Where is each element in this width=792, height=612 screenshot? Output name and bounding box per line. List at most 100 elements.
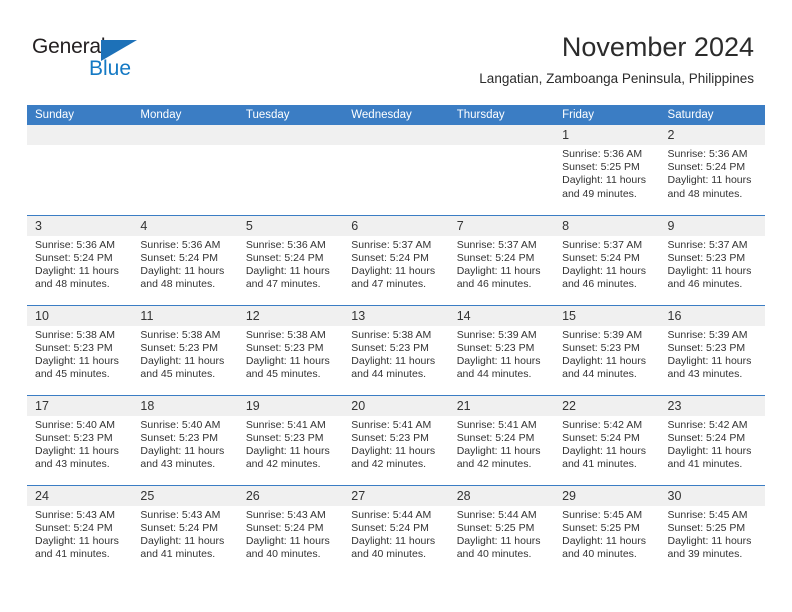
day-number: 26 [237,485,344,506]
sun-info: Sunrise: 5:38 AM Sunset: 5:23 PM Daylight:… [27,326,132,382]
day-number: 3 [27,215,133,236]
sun-info: Sunrise: 5:37 AM Sunset: 5:24 PM Daylight:… [554,236,659,292]
sunrise-text: Sunrise: 5:38 AM [140,328,221,341]
day-number: 6 [343,215,449,236]
calendar-day-cell[interactable]: 21 Sunrise: 5:41 AM Sunset: 5:24 PM Dayligh… [448,394,555,485]
sunrise-text: Sunrise: 5:45 AM [562,508,643,521]
day-number: 9 [659,215,765,236]
calendar-day-cell-empty [448,125,555,215]
calendar-day-cell[interactable]: 16 Sunrise: 5:39 AM Sunset: 5:23 PM Dayligh… [659,304,765,395]
sunrise-text: Sunrise: 5:38 AM [351,328,432,341]
sunrise-text: Sunrise: 5:45 AM [667,508,748,521]
calendar-day-cell[interactable]: 12 Sunrise: 5:38 AM Sunset: 5:23 PM Dayligh… [237,304,344,395]
calendar-day-cell[interactable]: 15 Sunrise: 5:39 AM Sunset: 5:23 PM Dayligh… [554,304,660,395]
calendar-day-cell[interactable]: 25 Sunrise: 5:43 AM Sunset: 5:24 PM Dayligh… [132,484,238,575]
day-number: 8 [554,215,660,236]
day-number: 20 [343,395,449,416]
calendar-week-row: 10 Sunrise: 5:38 AM Sunset: 5:23 PM Dayligh… [27,304,765,395]
sunset-text: Sunset: 5:25 PM [562,521,640,534]
daylight-text: Daylight: 11 hours and 47 minutes. [245,264,330,291]
day-number [27,125,133,145]
daylight-text: Daylight: 11 hours and 43 minutes. [667,354,752,381]
calendar-day-cell[interactable]: 8 Sunrise: 5:37 AM Sunset: 5:24 PM Daylight… [554,214,660,305]
sun-info: Sunrise: 5:36 AM Sunset: 5:24 PM Daylight:… [660,145,765,201]
calendar-day-cell[interactable]: 26 Sunrise: 5:43 AM Sunset: 5:24 PM Dayligh… [237,484,344,575]
sunrise-text: Sunrise: 5:41 AM [456,418,537,431]
daylight-text: Daylight: 11 hours and 42 minutes. [456,444,541,471]
page-title: November 2024 [561,32,754,62]
sunset-text: Sunset: 5:24 PM [667,161,746,174]
calendar-day-cell[interactable]: 9 Sunrise: 5:37 AM Sunset: 5:23 PM Daylight… [659,214,765,305]
sun-info: Sunrise: 5:44 AM Sunset: 5:24 PM Daylight:… [343,506,448,562]
calendar-day-cell[interactable]: 27 Sunrise: 5:44 AM Sunset: 5:24 PM Dayligh… [343,484,449,575]
sunset-text: Sunset: 5:24 PM [140,251,219,264]
weekday-header-tuesday: Tuesday [237,105,344,125]
calendar-day-cell[interactable]: 28 Sunrise: 5:44 AM Sunset: 5:25 PM Dayligh… [448,484,555,575]
day-number: 1 [554,125,660,145]
weekday-header-thursday: Thursday [448,105,555,125]
sunrise-text: Sunrise: 5:41 AM [351,418,432,431]
calendar-day-cell-empty [132,125,238,215]
calendar-day-cell[interactable]: 18 Sunrise: 5:40 AM Sunset: 5:23 PM Dayligh… [132,394,238,485]
weekday-header-monday: Monday [132,105,238,125]
calendar-day-cell[interactable]: 6 Sunrise: 5:37 AM Sunset: 5:24 PM Daylight… [343,214,449,305]
sunrise-text: Sunrise: 5:39 AM [562,328,643,341]
sunset-text: Sunset: 5:23 PM [667,251,746,264]
logo-word-general: General [32,35,106,58]
daylight-text: Daylight: 11 hours and 40 minutes. [351,534,436,561]
sunset-text: Sunset: 5:25 PM [456,521,535,534]
sunrise-text: Sunrise: 5:43 AM [245,508,326,521]
calendar-day-cell[interactable]: 14 Sunrise: 5:39 AM Sunset: 5:23 PM Dayligh… [448,304,555,395]
sunset-text: Sunset: 5:23 PM [140,341,219,354]
sun-info: Sunrise: 5:36 AM Sunset: 5:24 PM Daylight:… [132,236,237,292]
daylight-text: Daylight: 11 hours and 44 minutes. [456,354,541,381]
sunrise-text: Sunrise: 5:42 AM [562,418,643,431]
sunrise-text: Sunrise: 5:38 AM [35,328,115,341]
sunset-text: Sunset: 5:24 PM [351,521,429,534]
weekday-header: Sunday Monday Tuesday Wednesday Thursday Frid… [27,105,765,125]
calendar-day-cell[interactable]: 29 Sunrise: 5:45 AM Sunset: 5:25 PM Dayligh… [554,484,660,575]
day-number: 7 [448,215,555,236]
daylight-text: Daylight: 11 hours and 45 minutes. [245,354,330,381]
sunset-text: Sunset: 5:23 PM [351,341,429,354]
calendar-day-cell[interactable]: 23 Sunrise: 5:42 AM Sunset: 5:24 PM Dayligh… [659,394,765,485]
daylight-text: Daylight: 11 hours and 46 minutes. [667,264,752,291]
sun-info: Sunrise: 5:38 AM Sunset: 5:23 PM Daylight:… [132,326,237,382]
calendar-day-cell[interactable]: 11 Sunrise: 5:38 AM Sunset: 5:23 PM Dayligh… [132,304,238,395]
sun-info: Sunrise: 5:41 AM Sunset: 5:24 PM Daylight:… [449,416,554,472]
calendar-table: Sunday Monday Tuesday Wednesday Thursday Frid… [27,105,765,575]
calendar-day-cell[interactable]: 1 Sunrise: 5:36 AM Sunset: 5:25 PM Daylight… [554,125,660,215]
day-number: 28 [448,485,555,506]
calendar-day-cell-empty [27,125,133,215]
calendar-day-cell[interactable]: 13 Sunrise: 5:38 AM Sunset: 5:23 PM Dayligh… [343,304,449,395]
sunrise-text: Sunrise: 5:42 AM [667,418,748,431]
day-number: 17 [27,395,133,416]
sunset-text: Sunset: 5:24 PM [456,431,535,444]
sun-info: Sunrise: 5:40 AM Sunset: 5:23 PM Daylight:… [132,416,237,472]
calendar-day-cell[interactable]: 3 Sunrise: 5:36 AM Sunset: 5:24 PM Daylight… [27,214,133,305]
calendar-day-cell[interactable]: 30 Sunrise: 5:45 AM Sunset: 5:25 PM Dayligh… [659,484,765,575]
day-number: 4 [132,215,238,236]
weekday-header-friday: Friday [554,105,660,125]
daylight-text: Daylight: 11 hours and 49 minutes. [562,174,646,200]
daylight-text: Daylight: 11 hours and 45 minutes. [140,354,225,381]
sun-info: Sunrise: 5:39 AM Sunset: 5:23 PM Daylight:… [554,326,659,382]
sunset-text: Sunset: 5:24 PM [562,251,640,264]
calendar-day-cell[interactable]: 4 Sunrise: 5:36 AM Sunset: 5:24 PM Daylight… [132,214,238,305]
calendar-day-cell[interactable]: 20 Sunrise: 5:41 AM Sunset: 5:23 PM Dayligh… [343,394,449,485]
calendar-day-cell[interactable]: 19 Sunrise: 5:41 AM Sunset: 5:23 PM Dayligh… [237,394,344,485]
sun-info: Sunrise: 5:45 AM Sunset: 5:25 PM Daylight:… [660,506,765,562]
daylight-text: Daylight: 11 hours and 48 minutes. [140,264,225,291]
sunset-text: Sunset: 5:23 PM [667,341,746,354]
sunrise-text: Sunrise: 5:36 AM [667,148,748,160]
calendar-day-cell[interactable]: 17 Sunrise: 5:40 AM Sunset: 5:23 PM Dayligh… [27,394,133,485]
calendar-day-cell[interactable]: 5 Sunrise: 5:36 AM Sunset: 5:24 PM Daylight… [237,214,344,305]
calendar-day-cell[interactable]: 10 Sunrise: 5:38 AM Sunset: 5:23 PM Dayligh… [27,304,133,395]
calendar-day-cell[interactable]: 22 Sunrise: 5:42 AM Sunset: 5:24 PM Dayligh… [554,394,660,485]
calendar-day-cell[interactable]: 2 Sunrise: 5:36 AM Sunset: 5:24 PM Daylight… [659,125,765,215]
daylight-text: Daylight: 11 hours and 43 minutes. [140,444,225,471]
sun-info: Sunrise: 5:43 AM Sunset: 5:24 PM Daylight:… [132,506,237,562]
calendar-day-cell[interactable]: 24 Sunrise: 5:43 AM Sunset: 5:24 PM Dayligh… [27,484,133,575]
daylight-text: Daylight: 11 hours and 41 minutes. [667,444,752,471]
calendar-day-cell[interactable]: 7 Sunrise: 5:37 AM Sunset: 5:24 PM Daylight… [448,214,555,305]
